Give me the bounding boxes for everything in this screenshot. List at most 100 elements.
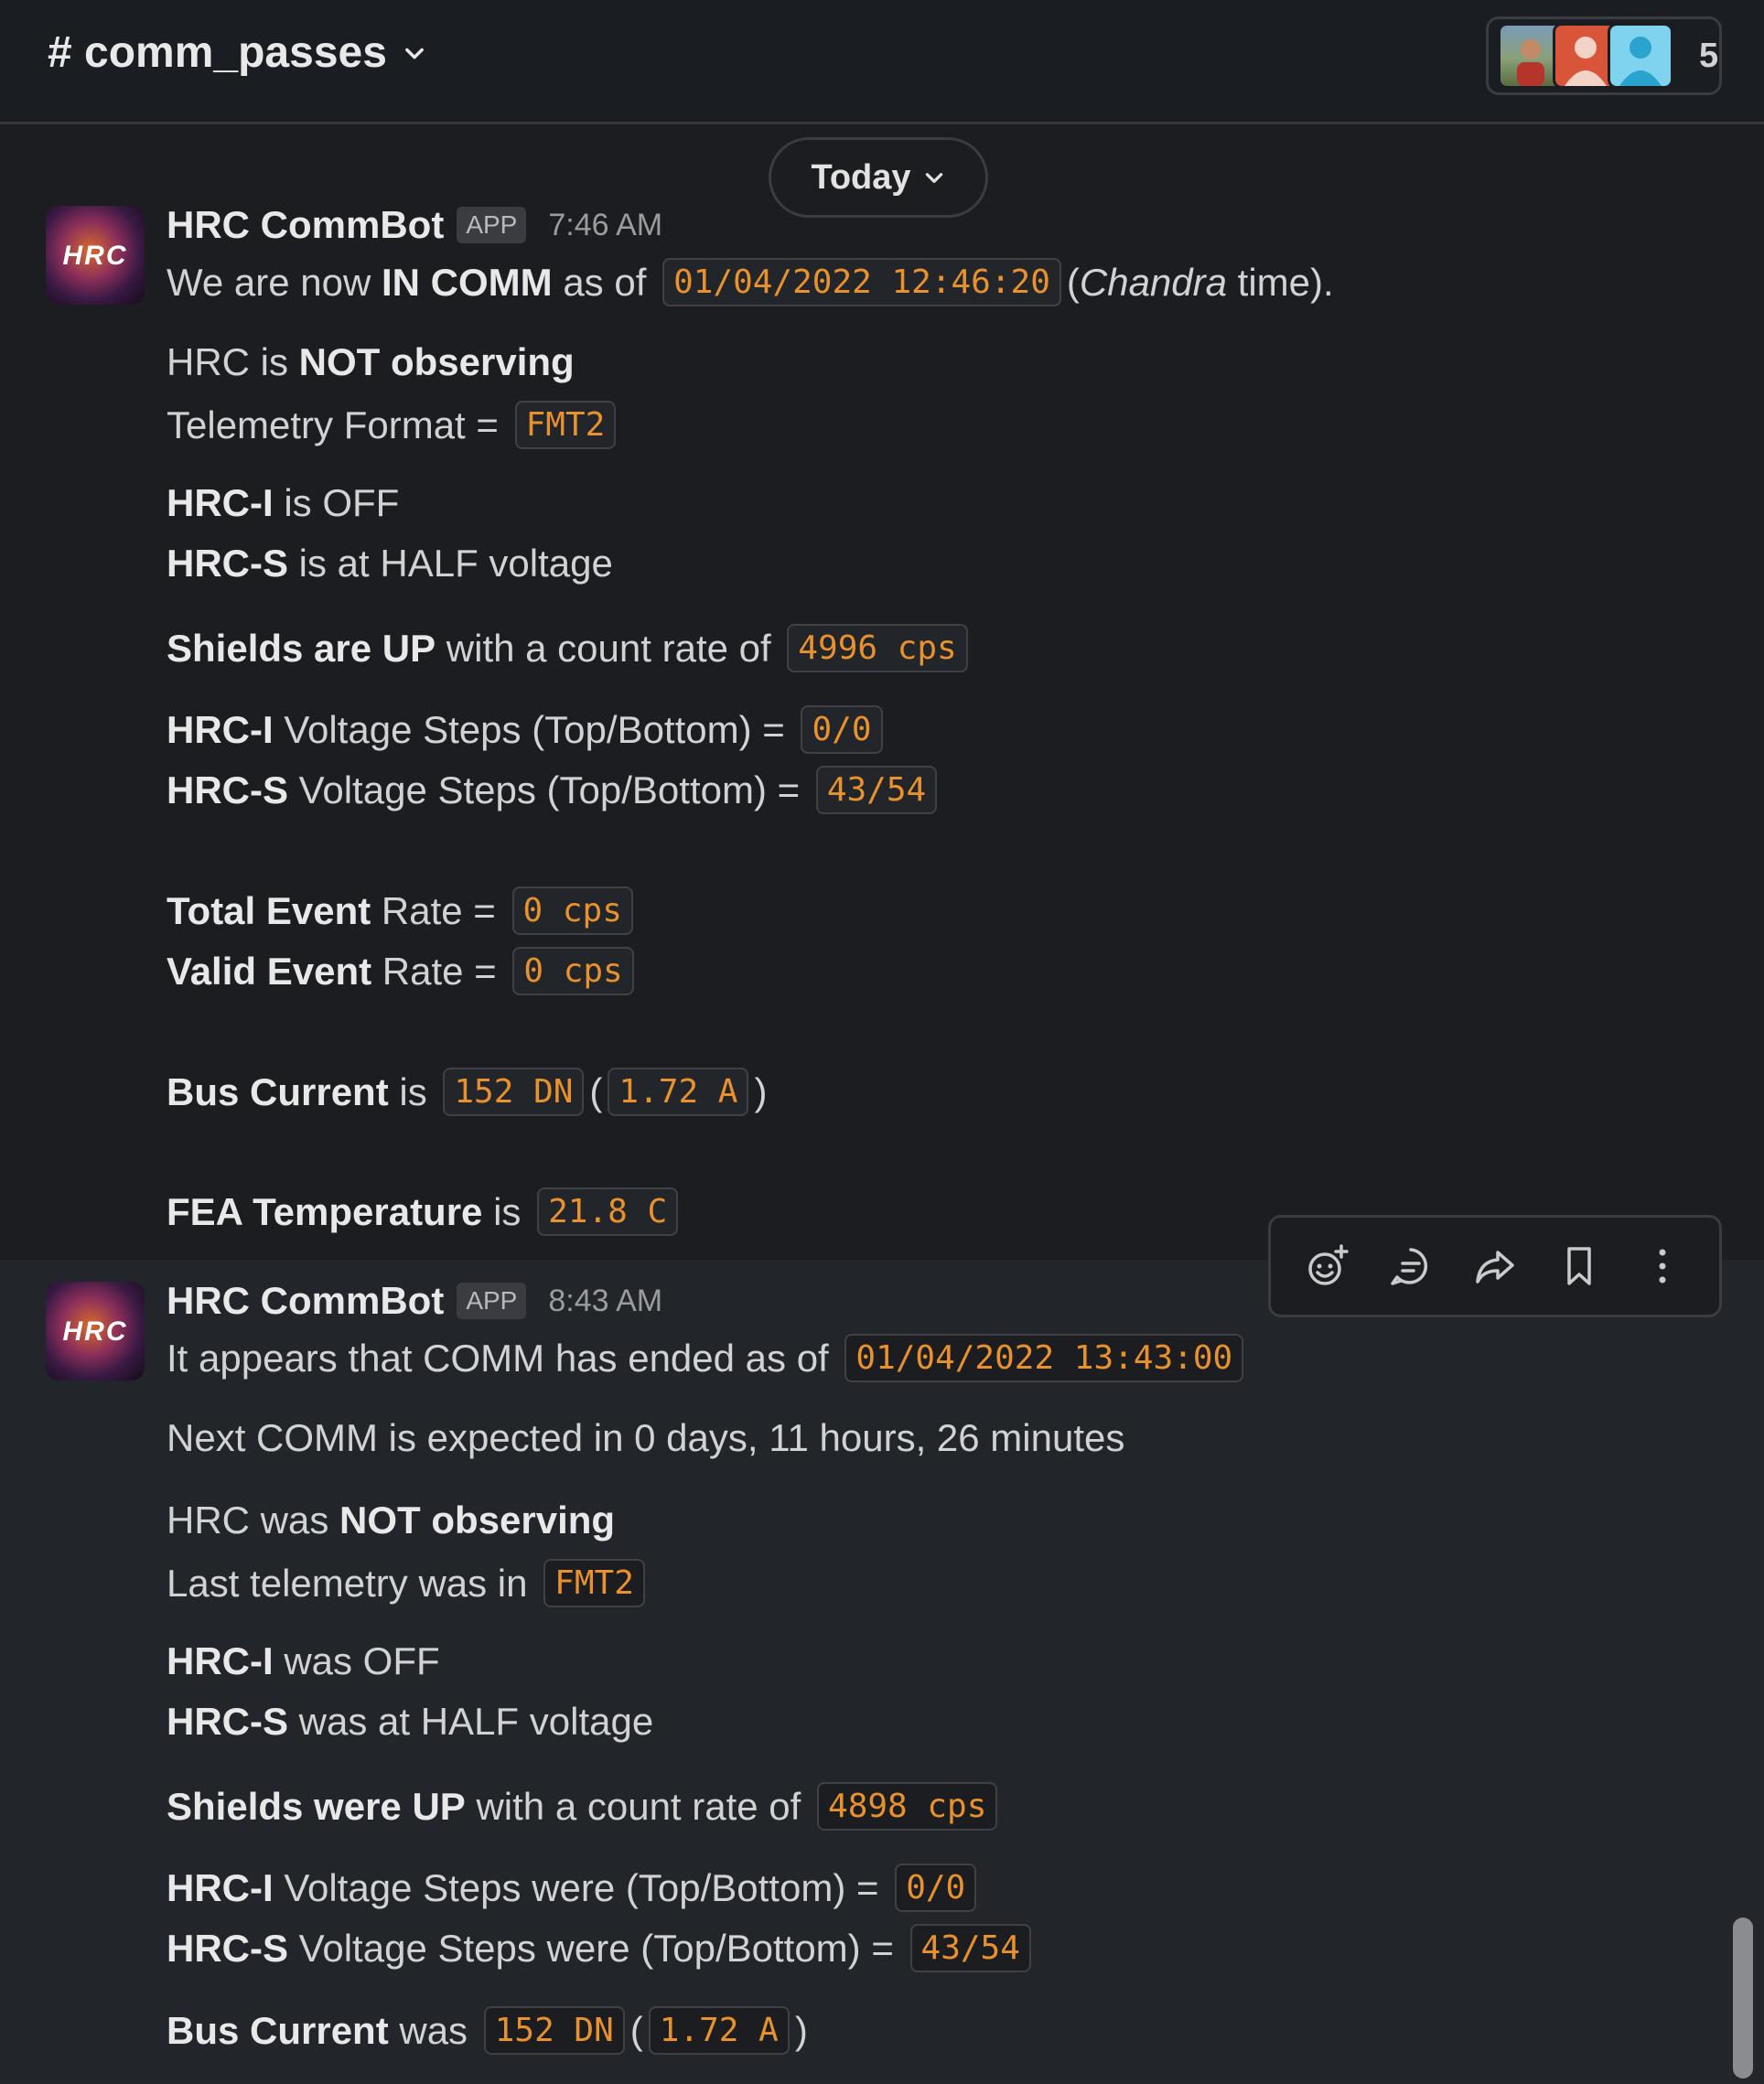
more-actions-button[interactable]	[1637, 1241, 1688, 1292]
message-line: Shields were UP with a count rate of 489…	[167, 1782, 1003, 1831]
text: as of	[552, 260, 658, 304]
text: Telemetry Format =	[167, 403, 510, 446]
member-count: 5	[1699, 36, 1719, 75]
inline-code: 0/0	[895, 1864, 977, 1912]
sender-name[interactable]: HRC CommBot	[167, 1279, 444, 1323]
text: HRC is	[167, 340, 299, 383]
forward-icon	[1476, 1251, 1514, 1284]
user-silhouette-icon	[1619, 37, 1662, 86]
inline-code: 21.8 C	[537, 1187, 679, 1236]
inline-code: 43/54	[815, 766, 938, 814]
message-line: It appears that COMM has ended as of 01/…	[167, 1334, 1249, 1382]
message-line: Valid Event Rate = 0 cps	[167, 947, 640, 995]
message-line: We are now IN COMM as of 01/04/2022 12:4…	[167, 258, 1334, 306]
text: time).	[1226, 260, 1334, 304]
message-line: HRC-I is OFF	[167, 481, 399, 525]
message-line: HRC-S is at HALF voltage	[167, 542, 613, 585]
text: Last telemetry was in	[167, 1561, 539, 1605]
bot-avatar[interactable]: HRC	[46, 206, 145, 305]
channel-name-button[interactable]: # comm_passes	[48, 27, 427, 78]
date-label: Today	[811, 157, 911, 197]
message[interactable]: HRC HRC CommBot APP 7:46 AM We are now I…	[0, 124, 1764, 1260]
inline-code: 0/0	[801, 705, 883, 754]
bold-text: HRC-S	[167, 1700, 288, 1743]
inline-code: 1.72 A	[648, 2006, 790, 2055]
inline-code: 43/54	[909, 1924, 1031, 1972]
app-badge: APP	[457, 1283, 527, 1319]
text: Voltage Steps were (Top/Bottom) =	[273, 1865, 890, 1909]
inline-code: 01/04/2022 12:46:20	[662, 258, 1061, 306]
message-line: Last telemetry was in FMT2	[167, 1559, 651, 1607]
date-divider-button[interactable]: Today	[769, 137, 988, 218]
text: is OFF	[273, 481, 400, 524]
bold-text: Valid Event	[167, 949, 372, 993]
text: (	[589, 1069, 603, 1113]
chevron-down-icon	[404, 48, 424, 59]
text: with a count rate of	[465, 1784, 812, 1828]
message-line: Bus Current is 152 DN(1.72 A)	[167, 1068, 767, 1116]
bookmark-icon	[1566, 1247, 1591, 1285]
inline-code: FMT2	[514, 401, 617, 449]
text: is	[482, 1189, 532, 1233]
message-line: HRC is NOT observing	[167, 340, 575, 384]
text: )	[794, 2008, 808, 2052]
message-line: HRC-S was at HALF voltage	[167, 1700, 653, 1744]
text: )	[754, 1069, 768, 1113]
bold-text: HRC-S	[167, 542, 288, 585]
message-timestamp[interactable]: 7:46 AM	[548, 208, 662, 243]
bold-text: HRC-S	[167, 1926, 288, 1970]
inline-code: 01/04/2022 13:43:00	[844, 1334, 1244, 1382]
chevron-down-icon	[925, 173, 942, 183]
message-line: HRC-I Voltage Steps were (Top/Bottom) = …	[167, 1864, 982, 1912]
bold-text: HRC-I	[167, 707, 274, 751]
bold-text: HRC-I	[167, 1865, 274, 1909]
sender-name[interactable]: HRC CommBot	[167, 203, 444, 247]
message-line: Telemetry Format = FMT2	[167, 401, 621, 449]
text: Rate =	[371, 888, 507, 932]
bot-avatar[interactable]: HRC	[46, 1282, 145, 1380]
channel-name: # comm_passes	[48, 28, 387, 77]
more-actions-icon	[1659, 1249, 1666, 1284]
message-timestamp[interactable]: 8:43 AM	[548, 1284, 662, 1319]
forward-button[interactable]	[1469, 1241, 1521, 1292]
message-line: HRC-S Voltage Steps (Top/Bottom) = 43/54	[167, 766, 942, 814]
text: Voltage Steps (Top/Bottom) =	[288, 768, 811, 811]
message-line: FEA Temperature is 21.8 C	[167, 1187, 683, 1236]
inline-code: 152 DN	[483, 2006, 625, 2055]
message-line: Shields are UP with a count rate of 4996…	[167, 624, 973, 672]
bold-text: Shields were UP	[167, 1784, 466, 1828]
scrollbar-thumb[interactable]	[1733, 1917, 1753, 2079]
reply-in-thread-button[interactable]	[1385, 1241, 1436, 1292]
add-reaction-button[interactable]	[1302, 1241, 1353, 1292]
text: was at HALF voltage	[288, 1700, 654, 1743]
message-line: HRC-I Voltage Steps (Top/Bottom) = 0/0	[167, 705, 888, 754]
bold-text: NOT observing	[339, 1499, 616, 1542]
bold-text: NOT observing	[298, 340, 575, 383]
bold-text: HRC-S	[167, 768, 288, 811]
message-line: Bus Current was 152 DN(1.72 A)	[167, 2006, 808, 2055]
text: (	[629, 2008, 643, 2052]
message-line: HRC-S Voltage Steps were (Top/Bottom) = …	[167, 1924, 1037, 1972]
text: with a count rate of	[436, 626, 782, 670]
italic-text: Chandra	[1079, 260, 1227, 304]
avatar-logo: HRC	[62, 241, 128, 271]
save-for-later-button[interactable]	[1554, 1241, 1605, 1292]
message-line: HRC was NOT observing	[167, 1499, 615, 1542]
bold-text: Shields are UP	[167, 626, 436, 670]
inline-code: 4996 cps	[787, 624, 968, 672]
message[interactable]: HRC HRC CommBot APP 8:43 AM It appears t…	[0, 1260, 1764, 2084]
bold-text: Bus Current	[167, 1069, 389, 1113]
inline-code: 0 cps	[512, 947, 634, 995]
member-avatar	[1608, 23, 1673, 89]
text: was	[388, 2008, 479, 2052]
text: is	[388, 1069, 438, 1113]
text: Rate =	[371, 949, 508, 993]
text: was OFF	[273, 1639, 440, 1682]
app-badge: APP	[457, 207, 527, 243]
text: We are now	[167, 260, 382, 304]
avatar-logo: HRC	[62, 1316, 128, 1347]
member-list-button[interactable]: 5	[1486, 16, 1722, 95]
bold-text: HRC-I	[167, 1639, 274, 1682]
inline-code: FMT2	[543, 1559, 645, 1607]
message-line: HRC-I was OFF	[167, 1639, 440, 1683]
